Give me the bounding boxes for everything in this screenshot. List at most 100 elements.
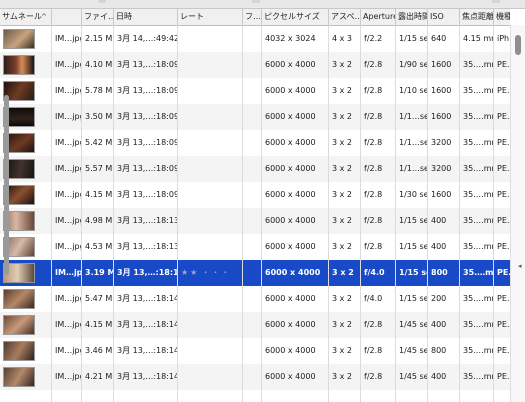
- column-divider: [177, 25, 178, 402]
- table-row[interactable]: IM…jpg2.15 MB3月 14,…:49:42.00 4032 x 3024…: [0, 26, 510, 52]
- photo-thumbnail-icon[interactable]: [3, 315, 35, 335]
- table-row[interactable]: IM…jpg5.42 MB3月 13,…:18:09.00 6000 x 4000…: [0, 130, 510, 156]
- left-scroll-indicator[interactable]: [4, 95, 9, 275]
- table-row[interactable]: IM…jpg4.53 MB3月 13,…:18:13.00 6000 x 4000…: [0, 234, 510, 260]
- cell-date: 3月 14,…:49:42.00: [117, 34, 178, 43]
- rating-stars[interactable]: ★★ · · ·: [178, 260, 243, 286]
- column-header-flag[interactable]: フ…: [243, 9, 262, 25]
- photo-thumbnail-icon[interactable]: [3, 55, 35, 75]
- cell-rating[interactable]: [178, 52, 243, 78]
- column-header-model[interactable]: 機種: [494, 9, 510, 25]
- photo-thumbnail-icon[interactable]: [3, 341, 35, 361]
- table-row[interactable]: IM…jpg3.46 MB3月 13,…:18:14.00 6000 x 4000…: [0, 338, 510, 364]
- cell-flag: [243, 234, 262, 260]
- cell-aperture: f/2.8: [364, 320, 383, 329]
- resize-handle-icon[interactable]: ◂: [518, 262, 522, 270]
- column-header-exposure[interactable]: 露出時間: [396, 9, 428, 25]
- column-divider: [459, 25, 460, 402]
- table-row[interactable]: IM…jpg3.50 MB3月 13,…:18:09.00 6000 x 4000…: [0, 104, 510, 130]
- table-row[interactable]: IM…jpg5.57 MB3月 13,…:18:09.00 6000 x 4000…: [0, 156, 510, 182]
- cell-size: 5.42 MB: [85, 138, 114, 147]
- cell-size: 4.15 MB: [85, 190, 114, 199]
- column-header-thumb[interactable]: サムネール ^: [0, 9, 52, 25]
- cell-aspect: 3 x 2: [332, 294, 352, 303]
- column-header-focal[interactable]: 焦点距離: [460, 9, 494, 25]
- cell-rating[interactable]: [178, 26, 243, 52]
- cell-iso: 1600: [431, 190, 452, 199]
- column-header-size[interactable]: ファイ…: [82, 9, 114, 25]
- cell-iso: 400: [431, 320, 447, 329]
- column-header-aperture[interactable]: Aperture: [361, 9, 396, 25]
- cell-rating[interactable]: [178, 104, 243, 130]
- table-row[interactable]: IM…jpg5.78 MB3月 13,…:18:09.00 6000 x 4000…: [0, 78, 510, 104]
- cell-size: 5.47 MB: [85, 294, 114, 303]
- cell-flag: [243, 338, 262, 364]
- cell-aspect: 3 x 2: [332, 164, 352, 173]
- column-header-pixels[interactable]: ピクセルサイズ: [262, 9, 329, 25]
- cell-flag: [243, 260, 262, 286]
- cell-rating[interactable]: [178, 78, 243, 104]
- table-row[interactable]: IM…jpg4.21 MB3月 13,…:18:14.00 6000 x 4000…: [0, 364, 510, 390]
- column-header-rating[interactable]: レート: [178, 9, 243, 25]
- cell-focal: 35.…mm: [463, 190, 494, 199]
- cell-rating[interactable]: [178, 312, 243, 338]
- scrollbar-thumb[interactable]: [515, 35, 521, 55]
- cell-rating[interactable]: [178, 130, 243, 156]
- cell-aperture: f/2.8: [364, 242, 383, 251]
- table-row[interactable]: IM…jpg4.10 MB3月 13,…:18:09.00 6000 x 4000…: [0, 52, 510, 78]
- cell-aspect: 3 x 2: [332, 138, 352, 147]
- cell-rating[interactable]: [178, 364, 243, 390]
- table-row[interactable]: IM…jpg4.15 MB3月 13,…:18:09.00 6000 x 4000…: [0, 182, 510, 208]
- cell-rating[interactable]: [178, 234, 243, 260]
- cell-focal: 35.…mm: [463, 372, 494, 381]
- cell-pixels: 4032 x 3024: [265, 34, 316, 43]
- cell-aperture: f/2.8: [364, 164, 383, 173]
- cell-rating[interactable]: [178, 208, 243, 234]
- cell-iso: 3200: [431, 138, 452, 147]
- cell-date: 3月 13,…:18:14.00: [117, 320, 178, 329]
- cell-name: IM…jpg: [55, 190, 82, 199]
- cell-name: IM…jpg: [55, 294, 82, 303]
- cell-aspect: 3 x 2: [332, 112, 352, 121]
- cell-exposure: 1/15 sec: [399, 242, 428, 251]
- cell-iso: 1600: [431, 60, 452, 69]
- column-divider: [360, 25, 361, 402]
- column-header-date[interactable]: 日時: [114, 9, 178, 25]
- cell-pixels: 6000 x 4000: [265, 216, 316, 225]
- cell-rating[interactable]: [178, 338, 243, 364]
- cell-pixels: 6000 x 4000: [265, 138, 316, 147]
- cell-iso: 800: [431, 268, 448, 277]
- column-header-aspect[interactable]: アスペ…: [329, 9, 361, 25]
- table-row[interactable]: IM…jpg5.47 MB3月 13,…:18:14.00 6000 x 4000…: [0, 286, 510, 312]
- cell-size: 4.98 MB: [85, 216, 114, 225]
- cell-exposure: 1/15 sec: [399, 294, 428, 303]
- cell-flag: [243, 130, 262, 156]
- photo-table: サムネール ^ ファイ… 日時 レート フ… ピクセルサイズ アスペ… Aperture 露出時間…: [0, 9, 510, 402]
- photo-thumbnail-icon[interactable]: [3, 289, 35, 309]
- cell-name: IM…jpg: [55, 346, 82, 355]
- table-row[interactable]: IM…jpg4.98 MB3月 13,…:18:13.00 6000 x 4000…: [0, 208, 510, 234]
- cell-aspect: 3 x 2: [332, 242, 352, 251]
- cell-aspect: 3 x 2: [332, 346, 352, 355]
- cell-name: IM…jpg: [55, 268, 82, 277]
- cell-focal: 35.…mm: [463, 320, 494, 329]
- table-row[interactable]: IM…jpg4.15 MB3月 13,…:18:14.00 6000 x 4000…: [0, 312, 510, 338]
- cell-model: PE…: [497, 164, 510, 173]
- table-row[interactable]: IM…jpg3.19 MB3月 13,…:18:13.00★★ · · · 600…: [0, 260, 510, 286]
- column-header-name[interactable]: [52, 9, 82, 25]
- cell-exposure: 1/15 sec: [399, 34, 428, 43]
- cell-date: 3月 13,…:18:13.00: [117, 216, 178, 225]
- column-divider: [493, 25, 494, 402]
- cell-rating[interactable]: [178, 182, 243, 208]
- cell-rating[interactable]: [178, 286, 243, 312]
- column-header-iso[interactable]: ISO: [428, 9, 460, 25]
- cell-iso: 1600: [431, 86, 452, 95]
- photo-thumbnail-icon[interactable]: [3, 29, 35, 49]
- cell-pixels: 6000 x 4000: [265, 190, 316, 199]
- photo-thumbnail-icon[interactable]: [3, 367, 35, 387]
- cell-size: 5.78 MB: [85, 86, 114, 95]
- cell-rating[interactable]: [178, 156, 243, 182]
- cell-aperture: f/2.8: [364, 138, 383, 147]
- cell-name: IM…jpg: [55, 216, 82, 225]
- vertical-scrollbar[interactable]: [510, 25, 525, 402]
